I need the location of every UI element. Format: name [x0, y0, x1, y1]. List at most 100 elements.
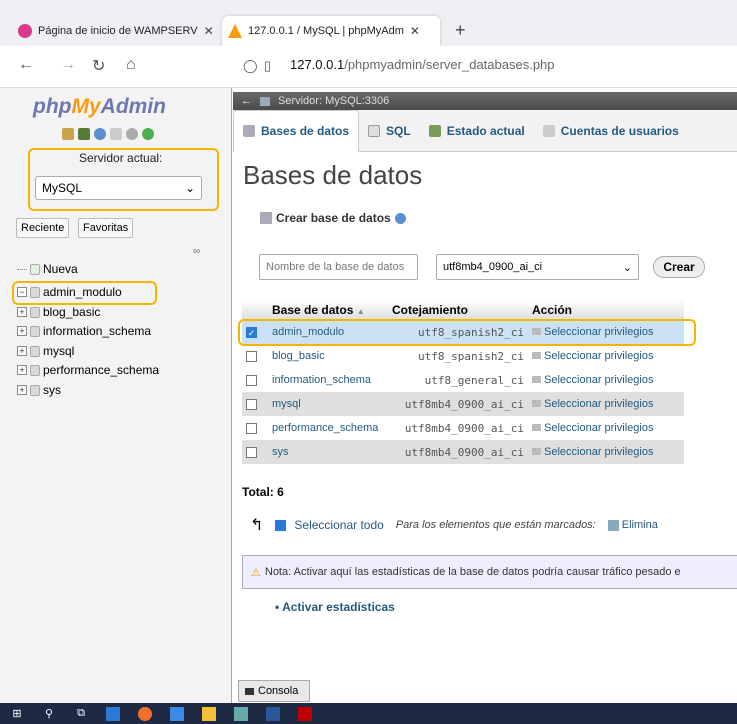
settings-icon[interactable] — [126, 128, 138, 140]
column-header-database[interactable]: Base de datos ▲ — [268, 300, 388, 320]
sql-icon — [368, 124, 381, 137]
link-icon[interactable]: ∞ — [193, 246, 200, 257]
table-row[interactable]: performance_schema utf8mb4_0900_ai_ci Se… — [242, 416, 684, 440]
activate-stats-link[interactable]: • Activar estadísticas — [275, 600, 395, 614]
url-bar[interactable]: 127.0.0.1/phpmyadmin/server_databases.ph… — [290, 57, 555, 72]
row-checkbox[interactable] — [246, 446, 257, 458]
database-link[interactable]: mysql — [268, 392, 388, 416]
arrow-up-left-icon: ↰ — [250, 517, 264, 534]
database-link[interactable]: blog_basic — [268, 344, 388, 368]
tree-item-performance-schema[interactable]: + performance_schema — [17, 363, 159, 377]
row-checkbox[interactable] — [246, 422, 257, 434]
privileges-link[interactable]: Seleccionar privilegios — [528, 392, 684, 416]
checkbox-icon — [275, 520, 287, 532]
server-select[interactable]: MySQL ⌄ — [35, 176, 202, 200]
windows-start-icon[interactable]: ⊞ — [10, 707, 24, 721]
select-all-link[interactable]: Seleccionar todo — [275, 518, 384, 532]
recent-button[interactable]: Reciente — [16, 218, 70, 238]
browser-tab-phpmyadmin[interactable]: 127.0.0.1 / MySQL | phpMyAdm ✕ — [222, 16, 440, 46]
reload-icon[interactable]: ↻ — [92, 56, 105, 76]
expand-icon[interactable]: + — [17, 307, 27, 317]
expand-icon[interactable]: + — [17, 346, 27, 356]
tab-status[interactable]: Estado actual — [420, 114, 534, 148]
collation-value: utf8_spanish2_ci — [388, 344, 528, 368]
database-icon — [30, 286, 40, 298]
privileges-link[interactable]: Seleccionar privilegios — [528, 440, 684, 464]
expand-icon[interactable]: + — [17, 365, 27, 375]
database-name-input[interactable]: Nombre de la base de datos — [259, 254, 418, 280]
back-arrow-icon[interactable]: ← — [18, 56, 34, 74]
new-tab-button[interactable]: + — [455, 20, 466, 41]
expand-icon[interactable]: + — [17, 385, 27, 395]
app-icon[interactable] — [106, 706, 120, 721]
privileges-icon — [532, 400, 541, 407]
create-button[interactable]: Crear — [653, 256, 705, 278]
tree-item-mysql[interactable]: + mysql — [17, 344, 74, 358]
reload-icon[interactable] — [142, 128, 154, 140]
database-link[interactable]: information_schema — [268, 368, 388, 392]
home-icon[interactable]: ⌂ — [126, 56, 136, 74]
collation-select[interactable]: utf8mb4_0900_ai_ci ⌄ — [436, 254, 639, 280]
table-row[interactable]: sys utf8mb4_0900_ai_ci Seleccionar privi… — [242, 440, 684, 464]
shield-icon[interactable]: ◯ — [243, 58, 258, 74]
tab-label: Página de inicio de WAMPSERV — [38, 25, 198, 37]
database-link[interactable]: sys — [268, 440, 388, 464]
tree-item-nueva[interactable]: Nueva — [17, 262, 78, 276]
favorites-button[interactable]: Favoritas — [78, 218, 134, 238]
expand-icon[interactable]: + — [17, 326, 27, 336]
firefox-icon[interactable] — [138, 706, 152, 721]
tab-databases[interactable]: Bases de datos — [233, 109, 360, 152]
help-icon[interactable] — [94, 128, 106, 140]
phpmyadmin-icon — [228, 24, 242, 38]
search-icon[interactable]: ⚲ — [42, 707, 56, 721]
server-label: Servidor actual: — [79, 151, 163, 165]
column-header-collation[interactable]: Cotejamiento — [388, 300, 528, 320]
bulk-actions: ↰ Seleccionar todo Para los elementos qu… — [250, 515, 658, 535]
docs-icon[interactable] — [110, 128, 122, 140]
filezilla-icon[interactable] — [298, 706, 312, 721]
users-icon — [542, 124, 555, 137]
home-icon[interactable] — [62, 128, 74, 140]
tab-user-accounts[interactable]: Cuentas de usuarios — [534, 114, 688, 148]
row-checkbox[interactable] — [246, 374, 257, 386]
tree-item-information-schema[interactable]: + information_schema — [17, 324, 151, 338]
tree-item-sys[interactable]: + sys — [17, 383, 61, 397]
database-link[interactable]: performance_schema — [268, 416, 388, 440]
word-icon[interactable] — [266, 706, 280, 721]
logout-icon[interactable] — [78, 128, 90, 140]
row-checkbox[interactable] — [246, 350, 257, 362]
privileges-link[interactable]: Seleccionar privilegios — [528, 368, 684, 392]
mail-icon[interactable] — [170, 706, 184, 721]
page-icon: ▯ — [264, 58, 272, 73]
tab-sql[interactable]: SQL — [359, 114, 420, 148]
table-row[interactable]: information_schema utf8_general_ci Selec… — [242, 368, 684, 392]
top-menu: Bases de datos SQL Estado actual Cuentas… — [233, 109, 737, 152]
privileges-link[interactable]: Seleccionar privilegios — [528, 344, 684, 368]
file-explorer-icon[interactable] — [202, 706, 216, 721]
forward-arrow-icon[interactable]: → — [60, 56, 76, 74]
close-icon[interactable]: ✕ — [410, 24, 420, 38]
collapse-arrow-icon[interactable]: ← — [241, 95, 252, 107]
tree-item-blog-basic[interactable]: + blog_basic — [17, 305, 100, 319]
create-database-label[interactable]: Crear base de datos — [260, 211, 406, 225]
phpmyadmin-logo[interactable]: phpMyAdmin — [33, 95, 166, 119]
database-icon — [30, 384, 40, 396]
taskbar: ⊞ ⚲ ⧉ — [0, 703, 737, 724]
table-row[interactable]: mysql utf8mb4_0900_ai_ci Seleccionar pri… — [242, 392, 684, 416]
privileges-icon — [532, 352, 541, 359]
privileges-link[interactable]: Seleccionar privilegios — [528, 416, 684, 440]
wamp-icon — [18, 24, 32, 38]
close-icon[interactable]: ✕ — [204, 24, 214, 38]
help-icon[interactable] — [394, 212, 406, 224]
browser-tab-wampserver[interactable]: Página de inicio de WAMPSERV ✕ — [12, 16, 217, 46]
table-row[interactable]: blog_basic utf8_spanish2_ci Seleccionar … — [242, 344, 684, 368]
delete-button[interactable]: Elimina — [607, 519, 658, 531]
task-view-icon[interactable]: ⧉ — [74, 707, 88, 721]
status-icon — [428, 124, 441, 137]
console-button[interactable]: Consola — [238, 680, 310, 702]
collapse-icon[interactable]: − — [17, 287, 27, 297]
delete-icon — [607, 519, 619, 531]
row-checkbox[interactable] — [246, 398, 257, 410]
photos-icon[interactable] — [234, 706, 248, 721]
tree-item-admin-modulo[interactable]: − admin_modulo — [17, 285, 122, 299]
